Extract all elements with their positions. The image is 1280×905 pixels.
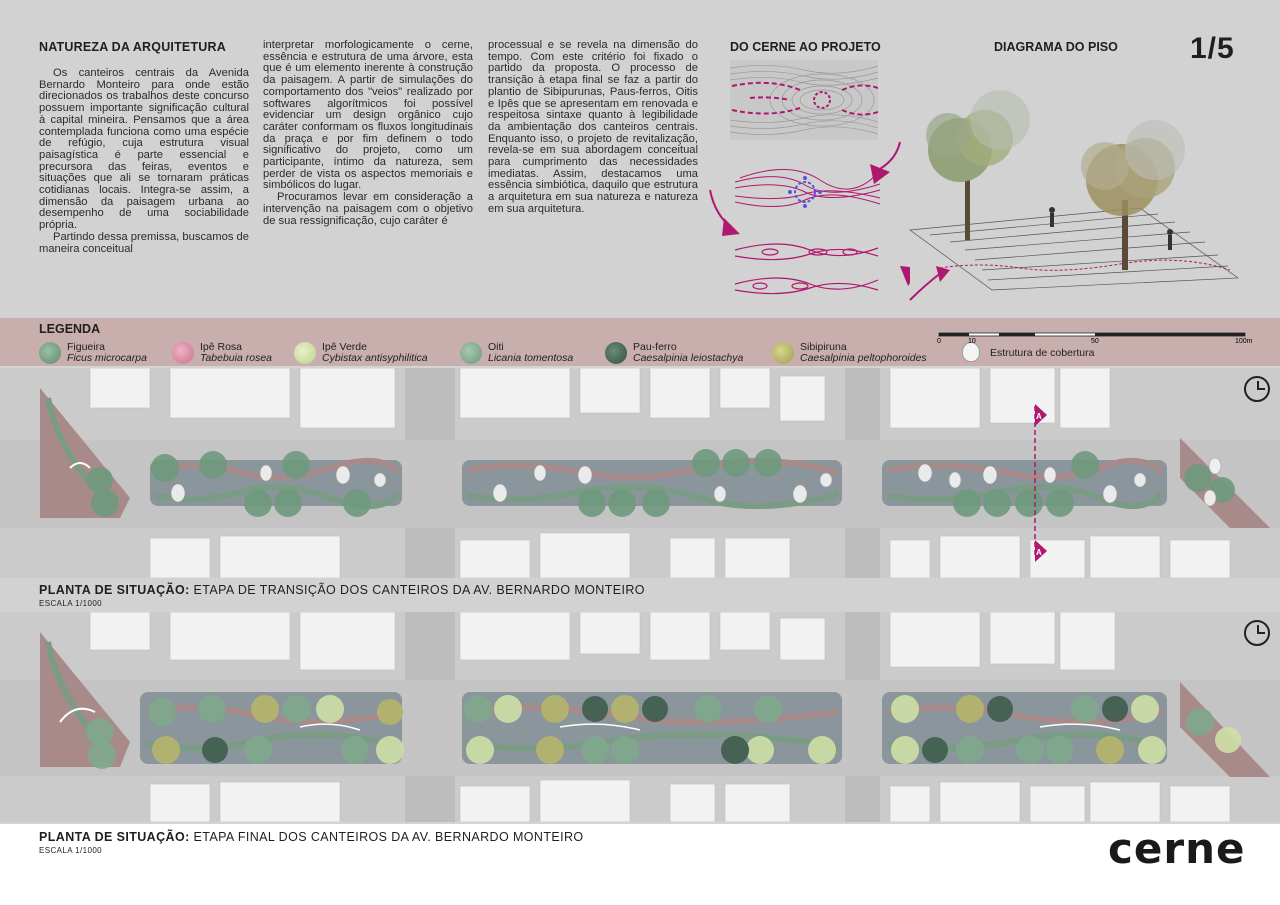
flow-diagram (709, 141, 910, 295)
pau-ferro-tree-icon (605, 342, 627, 364)
plan-scale: ESCALA 1/1000 (39, 846, 103, 855)
diagram-title-piso: DIAGRAMA DO PISO (994, 40, 1118, 54)
plan-scale: ESCALA 1/1000 (39, 599, 103, 608)
text-column-3: processual e se revela na dimensão do te… (488, 39, 698, 216)
intro-panel: NATUREZA DA ARQUITETURA Os canteiros cen… (0, 0, 1280, 318)
legend-band: LEGENDA Figueira Ficus microcarpa Ipê Ro… (0, 318, 1280, 366)
paragraph: processual e se revela na dimensão do te… (488, 39, 698, 215)
plan-title-text: ETAPA FINAL DOS CANTEIROS DA AV. BERNARD… (193, 830, 584, 844)
plan-title-label: PLANTA DE SITUAÇÃO: (39, 830, 190, 844)
scale-tick: 100m (1235, 338, 1253, 343)
caption-band-2: PLANTA DE SITUAÇÃO: ETAPA FINAL DOS CANT… (0, 824, 1280, 905)
figueira-tree-icon (39, 342, 61, 364)
floor-perspective-diagram (909, 90, 1240, 301)
brand-logo: cerne (1108, 824, 1246, 873)
legend-scientific-name: Tabebuia rosea (200, 352, 273, 364)
paragraph: interpretar morfologicamente o cerne, es… (263, 39, 473, 192)
site-plan-drawing (0, 612, 1280, 822)
legend-scientific-name: Cybistax antisyphilitica (322, 352, 428, 364)
legend-scientific-name: Caesalpinia peltophoroides (800, 352, 927, 364)
site-plan-transition: A A (0, 368, 1280, 578)
legend-scientific-name: Licania tomentosa (488, 352, 574, 364)
scale-bar: 0 10 50 100m (937, 332, 1253, 343)
scale-tick: 10 (968, 338, 976, 343)
diagram-title-cerne: DO CERNE AO PROJETO (730, 40, 881, 54)
plan-title: PLANTA DE SITUAÇÃO: ETAPA FINAL DOS CANT… (39, 830, 584, 844)
paragraph: Os canteiros centrais da Avenida Bernard… (39, 67, 249, 232)
text-column-1: Os canteiros centrais da Avenida Bernard… (39, 67, 249, 255)
ipe-verde-tree-icon (294, 342, 316, 364)
paragraph: Procuramos levar em consideração a inter… (263, 191, 473, 227)
scale-tick: 0 (937, 338, 941, 343)
sibipiruna-tree-icon (772, 342, 794, 364)
legend-name: Estrutura de cobertura (990, 347, 1095, 359)
tree-illustration (926, 90, 1030, 240)
legend-title: LEGENDA (39, 322, 101, 336)
section-mark: A (1036, 548, 1042, 557)
site-plan-final (0, 612, 1280, 822)
site-plan-drawing: A A (0, 368, 1280, 578)
plan-title: PLANTA DE SITUAÇÃO: ETAPA DE TRANSIÇÃO D… (39, 583, 645, 597)
legend-scientific-name: Ficus microcarpa (67, 352, 147, 364)
plan-title-label: PLANTA DE SITUAÇÃO: (39, 583, 190, 597)
legend-scientific-name: Caesalpinia leiostachya (633, 352, 744, 364)
scale-tick: 50 (1091, 338, 1099, 343)
cover-structure-icon (962, 342, 980, 362)
section-title: NATUREZA DA ARQUITETURA (39, 40, 226, 54)
oiti-tree-icon (460, 342, 482, 364)
plan-title-text: ETAPA DE TRANSIÇÃO DOS CANTEIROS DA AV. … (193, 583, 645, 597)
ipe-rosa-tree-icon (172, 342, 194, 364)
text-column-2: interpretar morfologicamente o cerne, es… (263, 39, 473, 227)
section-mark: A (1036, 412, 1042, 421)
wood-grain-image (730, 60, 878, 140)
north-arrow-icon (1244, 376, 1270, 402)
paragraph: Partindo dessa premissa, buscamos de man… (39, 230, 249, 255)
caption-band-1: PLANTA DE SITUAÇÃO: ETAPA DE TRANSIÇÃO D… (0, 578, 1280, 612)
north-arrow-icon (1244, 620, 1270, 646)
page-number: 1/5 (1190, 32, 1235, 65)
